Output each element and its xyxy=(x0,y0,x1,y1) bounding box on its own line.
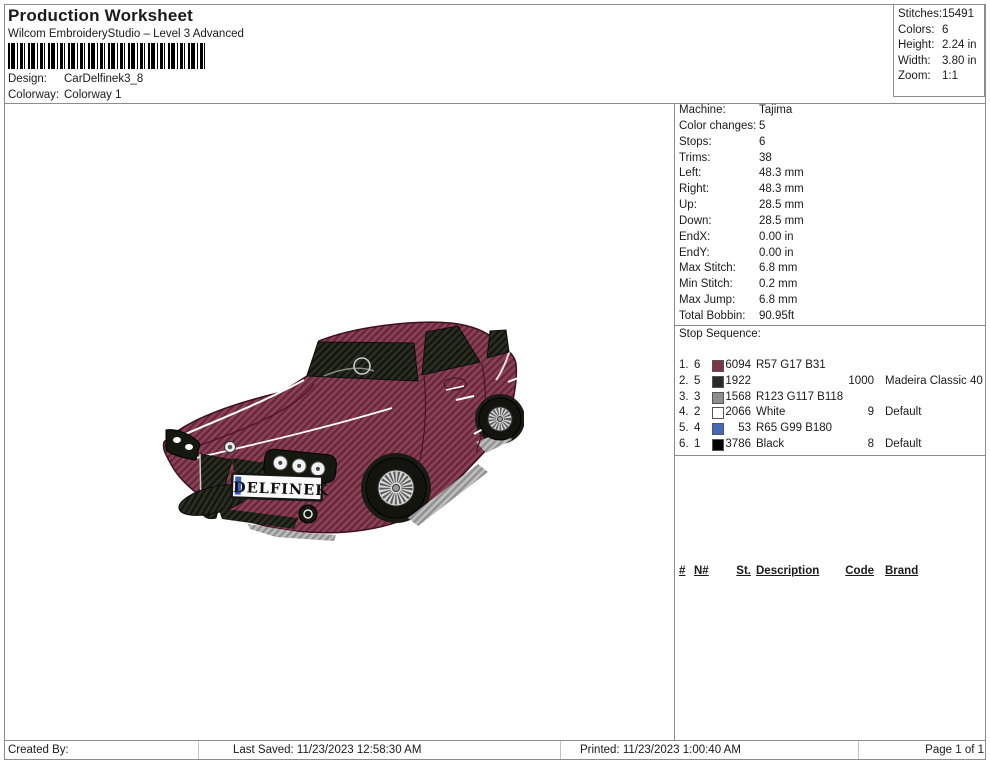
footer-separator xyxy=(198,741,199,759)
design-name: CarDelfinek3_8 xyxy=(64,73,143,85)
table-row: 3.31568R123 G117 B118 xyxy=(675,391,986,407)
stop-sequence-divider xyxy=(675,325,986,326)
table-row: 4.22066White9Default xyxy=(675,406,986,422)
table-row: 1.66094R57 G17 B31 xyxy=(675,359,986,375)
page-title: Production Worksheet xyxy=(8,6,193,26)
barcode xyxy=(8,43,208,69)
plate-text: DELFINEK xyxy=(233,479,330,499)
page-number: Page 1 of 1 xyxy=(925,744,984,756)
table-row: 2.519221000Madeira Classic 40 xyxy=(675,375,986,391)
info-row: Down:28.5 mm xyxy=(675,215,986,231)
car-embroidery-preview: DELFINEK xyxy=(156,312,524,544)
license-plate: DELFINEK xyxy=(232,473,330,500)
app-subtitle: Wilcom EmbroideryStudio – Level 3 Advanc… xyxy=(8,28,244,40)
info-row: Trims:38 xyxy=(675,152,986,168)
summary-row: Colors:6 xyxy=(894,24,984,40)
windshield xyxy=(307,342,418,381)
thread-swatch xyxy=(712,360,724,372)
summary-row: Zoom:1:1 xyxy=(894,70,984,86)
colorway-name: Colorway 1 xyxy=(64,89,122,101)
printed-label: Printed: 11/23/2023 1:00:40 AM xyxy=(580,744,741,756)
info-row: Color changes:5 xyxy=(675,120,986,136)
info-row: Up:28.5 mm xyxy=(675,199,986,215)
thread-swatch xyxy=(712,392,724,404)
stop-sequence-table: 1.66094R57 G17 B31 2.519221000Madeira Cl… xyxy=(675,359,986,454)
thread-swatch xyxy=(712,407,724,419)
table-bottom-divider xyxy=(675,455,986,456)
design-label: Design: xyxy=(8,73,47,85)
summary-row: Width:3.80 in xyxy=(894,55,984,71)
created-by-label: Created By: xyxy=(8,744,69,756)
info-row: EndY:0.00 in xyxy=(675,247,986,263)
design-summary-box: Stitches:15491 Colors:6 Height:2.24 in W… xyxy=(893,4,985,97)
footer-separator xyxy=(858,741,859,759)
summary-row: Stitches:15491 xyxy=(894,8,984,24)
stop-sequence-header: # N# St. Description Code Brand xyxy=(675,565,986,581)
fog-light xyxy=(299,505,317,523)
info-row: Stops:6 xyxy=(675,136,986,152)
info-row: Max Stitch:6.8 mm xyxy=(675,262,986,278)
info-row: Min Stitch:0.2 mm xyxy=(675,278,986,294)
info-row: Left:48.3 mm xyxy=(675,167,986,183)
info-row: EndX:0.00 in xyxy=(675,231,986,247)
rear-wheel xyxy=(479,398,521,440)
thread-swatch xyxy=(712,423,724,435)
footer-separator xyxy=(560,741,561,759)
footer-divider xyxy=(4,740,985,741)
info-row: Total Bobbin:90.95ft xyxy=(675,310,986,326)
info-row: Machine:Tajima xyxy=(675,104,986,120)
stop-sequence-title: Stop Sequence: xyxy=(679,328,761,340)
table-row: 6.13786Black8Default xyxy=(675,438,986,454)
last-saved-label: Last Saved: 11/23/2023 12:58:30 AM xyxy=(233,744,421,756)
colorway-label: Colorway: xyxy=(8,89,59,101)
summary-row: Height:2.24 in xyxy=(894,39,984,55)
front-wheel xyxy=(366,458,426,518)
info-row: Right:48.3 mm xyxy=(675,183,986,199)
thread-swatch xyxy=(712,376,724,388)
machine-info-panel: Machine:Tajima Color changes:5 Stops:6 T… xyxy=(675,104,986,740)
info-row: Max Jump:6.8 mm xyxy=(675,294,986,310)
thread-swatch xyxy=(712,439,724,451)
table-row: 5.453R65 G99 B180 xyxy=(675,422,986,438)
